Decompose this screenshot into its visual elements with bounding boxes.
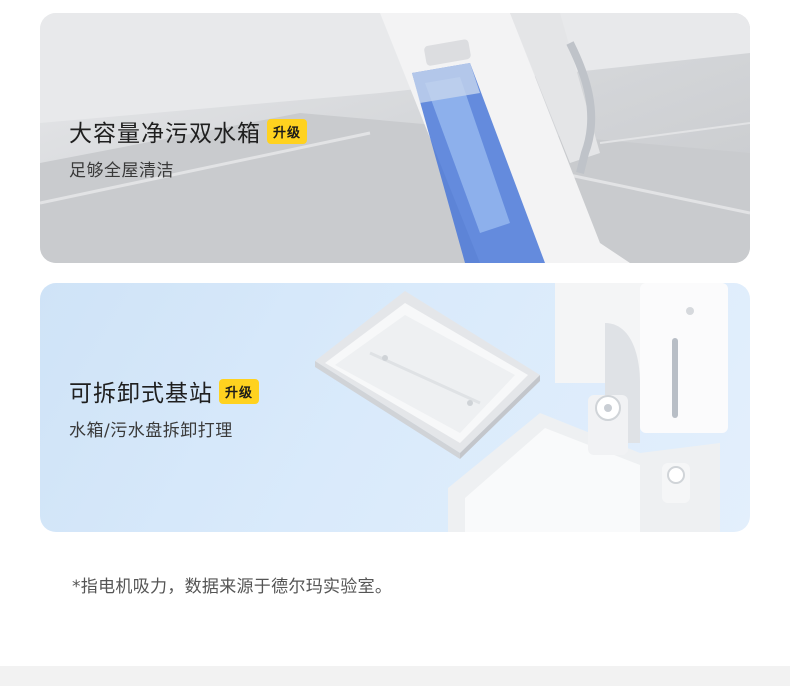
- card1-title: 大容量净污双水箱: [69, 121, 261, 147]
- upgrade-badge: 升级: [267, 118, 308, 144]
- card1-title-row: 大容量净污双水箱 升级: [69, 114, 308, 148]
- feature-card-water-tanks: 大容量净污双水箱 升级 足够全屋清洁: [40, 13, 750, 263]
- feature-card-detachable-base: 可拆卸式基站 升级 水箱/污水盘拆卸打理: [40, 283, 750, 532]
- card2-title-row: 可拆卸式基站 升级: [69, 374, 260, 408]
- card2-subtitle: 水箱/污水盘拆卸打理: [69, 421, 233, 441]
- card1-subtitle: 足够全屋清洁: [69, 161, 174, 181]
- card2-title: 可拆卸式基站: [69, 381, 213, 407]
- footnote: *指电机吸力，数据来源于德尔玛实验室。: [72, 577, 393, 597]
- upgrade-badge: 升级: [219, 378, 260, 404]
